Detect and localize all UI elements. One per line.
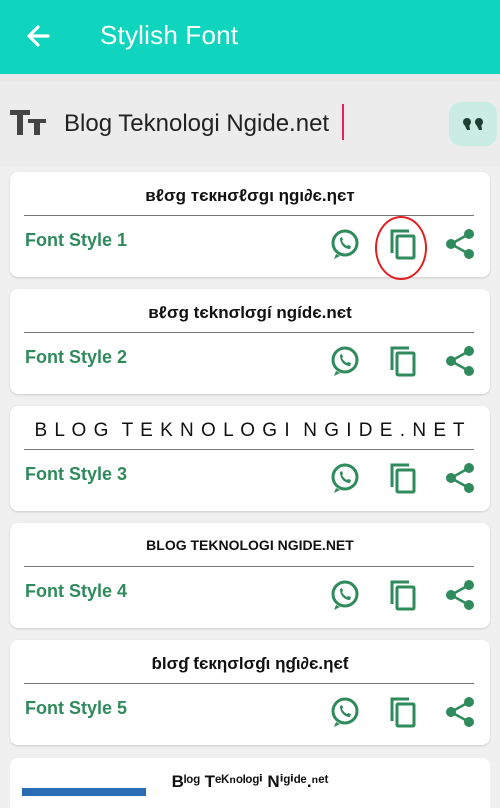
whatsapp-icon[interactable] — [328, 344, 362, 378]
share-icon[interactable] — [443, 578, 477, 612]
divider — [0, 74, 500, 82]
styled-text: вℓσg тєкнσℓσgι ηgι∂є.ηєт — [145, 186, 355, 205]
divider — [24, 449, 474, 450]
app-bar: Stylish Font — [0, 0, 500, 74]
copy-icon[interactable] — [386, 695, 420, 729]
whatsapp-icon[interactable] — [328, 461, 362, 495]
styled-text: BLOG TEKNOLOGI NGIDE.NET — [146, 537, 354, 553]
divider — [24, 566, 474, 567]
font-style-label: Font Style 4 — [25, 581, 128, 601]
share-icon[interactable] — [443, 344, 477, 378]
font-style-label: Font Style 5 — [25, 698, 128, 718]
font-style-card: вℓσg tєknσlσgí ngídє.nєt Font Style 2 — [10, 289, 490, 394]
font-style-card: Bˡᵒᵍ Tᵉᴷⁿᵒˡᵒᵍⁱ Nⁱᵍⁱᵈᵉ.ⁿᵉᵗ — [10, 758, 490, 808]
text-cursor — [342, 104, 344, 140]
ad-banner-thumbnail[interactable] — [22, 788, 146, 796]
copy-icon[interactable] — [386, 578, 420, 612]
divider — [24, 683, 474, 684]
font-style-label: Font Style 3 — [25, 464, 128, 484]
share-icon[interactable] — [443, 695, 477, 729]
text-input-bar: Blog Teknologi Ngide.net — [0, 82, 500, 166]
font-style-card: ɓlσɠ ƭєкησlσɠι ηɠι∂є.ηєƭ Font Style 5 — [10, 640, 490, 745]
styled-text: ɓlσɠ ƭєкησlσɠι ηɠι∂є.ηєƭ — [151, 654, 349, 673]
whatsapp-icon[interactable] — [328, 695, 362, 729]
text-size-icon — [10, 110, 46, 135]
quote-button[interactable] — [449, 102, 497, 146]
page-title: Stylish Font — [100, 20, 239, 50]
copy-icon[interactable] — [386, 344, 420, 378]
back-arrow-icon[interactable] — [22, 20, 54, 52]
text-input[interactable]: Blog Teknologi Ngide.net — [64, 110, 329, 138]
styled-text: вℓσg tєknσlσgí ngídє.nєt — [148, 303, 352, 322]
font-style-label: Font Style 1 — [25, 230, 128, 250]
font-style-card: B L O G T E K N O L O G I N G I D E . N … — [10, 406, 490, 511]
styled-text: B L O G T E K N O L O G I N G I D E . N … — [34, 420, 466, 441]
share-icon[interactable] — [443, 227, 477, 261]
quote-icon — [463, 118, 483, 130]
font-style-card: BLOG TEKNOLOGI NGIDE.NET Font Style 4 — [10, 523, 490, 628]
share-icon[interactable] — [443, 461, 477, 495]
font-style-label: Font Style 2 — [25, 347, 128, 367]
whatsapp-icon[interactable] — [328, 578, 362, 612]
copy-icon[interactable] — [386, 461, 420, 495]
highlight-circle — [375, 216, 427, 280]
divider — [24, 332, 474, 333]
whatsapp-icon[interactable] — [328, 227, 362, 261]
